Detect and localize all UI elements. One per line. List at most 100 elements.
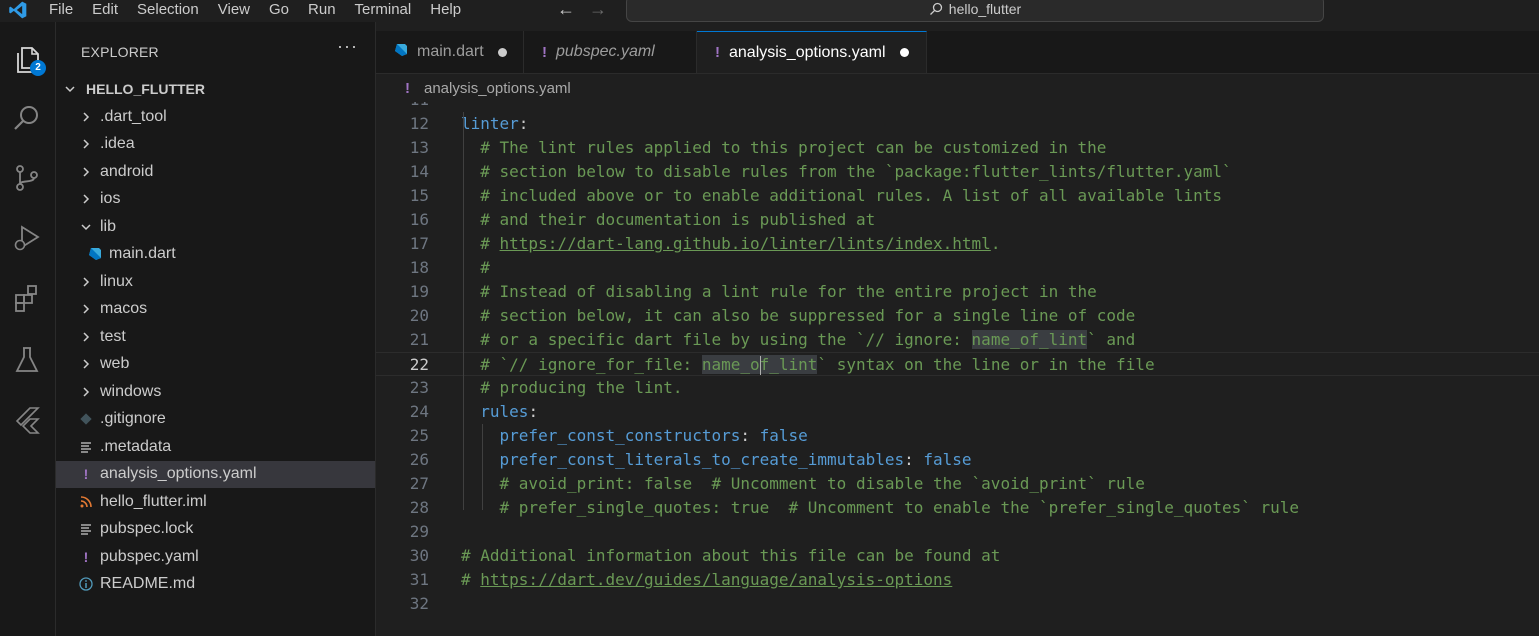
code-line[interactable]: 19 # Instead of disabling a lint rule fo… <box>376 280 1539 304</box>
tree-file[interactable]: hello_flutter.iml <box>56 488 375 516</box>
more-actions-icon[interactable]: ··· <box>337 36 358 57</box>
menu-go[interactable]: Go <box>269 0 289 20</box>
flask-icon <box>15 347 39 372</box>
code-line[interactable]: 28 # prefer_single_quotes: true # Uncomm… <box>376 496 1539 520</box>
tree-folder[interactable]: android <box>56 158 375 186</box>
code-editor[interactable]: 11 12 linter: 13 # The lint rules applied t… <box>376 102 1539 636</box>
unsaved-dot-icon[interactable] <box>899 48 909 57</box>
tree-folder[interactable]: windows <box>56 378 375 406</box>
line-text: linter: <box>461 114 529 133</box>
tree-file[interactable]: .metadata <box>56 433 375 461</box>
tab-main-dart[interactable]: main.dart <box>376 31 524 73</box>
code-line[interactable]: 11 <box>376 102 1539 112</box>
tree-item-label: README.md <box>100 575 196 593</box>
workspace-root[interactable]: HELLO_FLUTTER <box>56 78 375 100</box>
extensions-icon[interactable] <box>8 278 46 318</box>
tree-file[interactable]: .gitignore <box>56 406 375 434</box>
tree-folder[interactable]: linux <box>56 268 375 296</box>
yaml-icon: ! <box>542 43 547 61</box>
line-text: # https://dart.dev/guides/language/analy… <box>461 570 953 589</box>
file-tree: .dart_tool .idea android ios lib main.dart lin… <box>56 103 375 598</box>
tree-file[interactable]: main.dart <box>56 241 375 269</box>
menu-selection[interactable]: Selection <box>137 0 199 20</box>
code-line[interactable]: 24 rules: <box>376 400 1539 424</box>
tree-folder[interactable]: .idea <box>56 131 375 159</box>
code-line[interactable]: 27 # avoid_print: false # Uncomment to d… <box>376 472 1539 496</box>
menu-run[interactable]: Run <box>308 0 336 20</box>
code-line[interactable]: 22 # `// ignore_for_file: name_of_lint` … <box>376 352 1539 376</box>
code-line[interactable]: 15 # included above or to enable additio… <box>376 184 1539 208</box>
code-line[interactable]: 18 # <box>376 256 1539 280</box>
tab-analysis-options-yaml[interactable]: ! analysis_options.yaml <box>697 31 927 73</box>
breadcrumb-file[interactable]: analysis_options.yaml <box>424 80 571 97</box>
code-line[interactable]: 12 linter: <box>376 112 1539 136</box>
tree-file[interactable]: README.md <box>56 571 375 599</box>
code-line[interactable]: 20 # section below, it can also be suppr… <box>376 304 1539 328</box>
line-text: # `// ignore_for_file: name_of_lint` syn… <box>480 355 1155 375</box>
tree-folder[interactable]: ios <box>56 186 375 214</box>
tree-file[interactable]: ! pubspec.yaml <box>56 543 375 571</box>
git-branch-icon <box>16 165 38 191</box>
tree-item-label: macos <box>100 300 148 318</box>
tab-pubspec-yaml[interactable]: ! pubspec.yaml <box>524 31 697 73</box>
code-line[interactable]: 17 # https://dart-lang.github.io/linter/… <box>376 232 1539 256</box>
tree-item-label: web <box>100 355 130 373</box>
testing-icon[interactable] <box>8 340 46 380</box>
code-line[interactable]: 25 prefer_const_constructors: false <box>376 424 1539 448</box>
line-number: 23 <box>409 378 429 397</box>
tree-folder[interactable]: test <box>56 323 375 351</box>
line-number: 17 <box>409 234 429 253</box>
search-activity-icon[interactable] <box>8 98 46 138</box>
dart-icon <box>87 247 103 261</box>
menu-view[interactable]: View <box>218 0 250 20</box>
menu-file[interactable]: File <box>49 0 73 20</box>
tree-item-label: lib <box>100 217 117 235</box>
code-line[interactable]: 14 # section below to disable rules from… <box>376 160 1539 184</box>
code-line[interactable]: 21 # or a specific dart file by using th… <box>376 328 1539 352</box>
line-number: 22 <box>409 355 429 374</box>
tab-label: main.dart <box>417 43 484 60</box>
code-line[interactable]: 13 # The lint rules applied to this proj… <box>376 136 1539 160</box>
blocks-icon <box>15 285 37 312</box>
menu-help[interactable]: Help <box>430 0 461 20</box>
tree-file[interactable]: ! analysis_options.yaml <box>56 460 375 488</box>
chevron-down-icon <box>78 221 94 233</box>
tree-folder[interactable]: lib <box>56 213 375 241</box>
command-center[interactable]: hello_flutter <box>626 0 1324 22</box>
line-text: # and their documentation is published a… <box>480 210 876 229</box>
code-line[interactable]: 32 <box>376 592 1539 616</box>
forward-arrow-icon[interactable]: → <box>589 0 607 20</box>
flutter-logo-icon <box>15 407 40 434</box>
line-number: 12 <box>409 114 429 133</box>
code-line[interactable]: 26 prefer_const_literals_to_create_immut… <box>376 448 1539 472</box>
tab-label: pubspec.yaml <box>556 43 655 60</box>
tree-file[interactable]: pubspec.lock <box>56 516 375 544</box>
source-control-icon[interactable] <box>8 158 46 198</box>
flutter-icon[interactable] <box>8 400 46 440</box>
run-debug-icon[interactable] <box>8 218 46 258</box>
tree-item-label: pubspec.lock <box>100 520 194 538</box>
tree-item-label: pubspec.yaml <box>100 547 199 565</box>
menu-edit[interactable]: Edit <box>92 0 118 20</box>
unsaved-dot-icon[interactable] <box>497 47 507 57</box>
explorer-badge: 2 <box>30 60 46 76</box>
tree-item-label: test <box>100 327 126 345</box>
chevron-right-icon <box>78 386 94 398</box>
line-number: 30 <box>409 546 429 565</box>
vscode-logo-icon <box>9 1 27 19</box>
explorer-icon[interactable]: 2 <box>8 40 46 80</box>
tree-folder[interactable]: macos <box>56 296 375 324</box>
menu-terminal[interactable]: Terminal <box>355 0 412 20</box>
code-line[interactable]: 31 # https://dart.dev/guides/language/ana… <box>376 568 1539 592</box>
tree-folder[interactable]: .dart_tool <box>56 103 375 131</box>
code-line[interactable]: 30 # Additional information about this fi… <box>376 544 1539 568</box>
code-line[interactable]: 29 <box>376 520 1539 544</box>
title-bar: File Edit Selection View Go Run Terminal… <box>0 0 1539 22</box>
tree-folder[interactable]: web <box>56 351 375 379</box>
chevron-right-icon <box>78 358 94 370</box>
code-line[interactable]: 23 # producing the lint. <box>376 376 1539 400</box>
back-arrow-icon[interactable]: ← <box>557 0 575 20</box>
line-number: 18 <box>409 258 429 277</box>
search-icon <box>929 2 942 15</box>
code-line[interactable]: 16 # and their documentation is publishe… <box>376 208 1539 232</box>
